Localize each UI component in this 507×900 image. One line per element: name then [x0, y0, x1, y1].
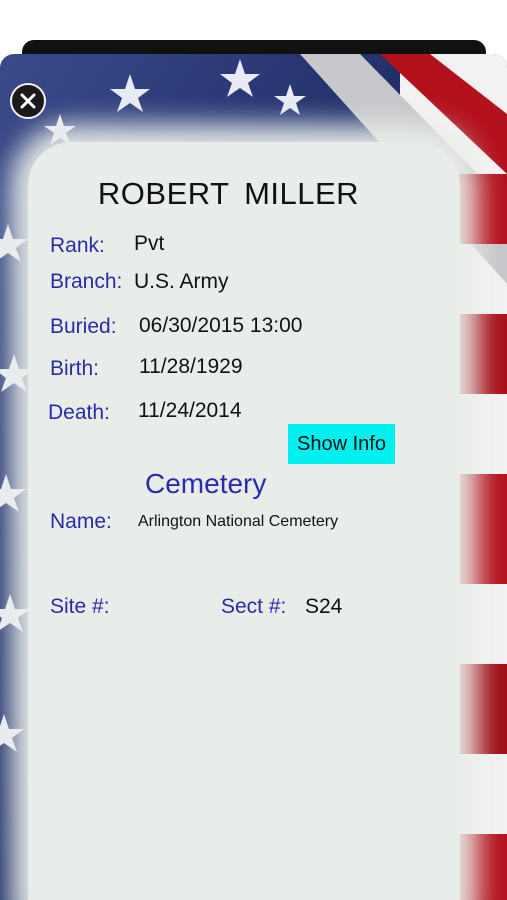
- cemetery-name-value: Arlington National Cemetery: [138, 513, 339, 530]
- cemetery-name-label: Name:: [50, 510, 112, 533]
- rank-label: Rank:: [50, 234, 105, 257]
- birth-label: Birth:: [50, 357, 100, 380]
- section-value: S24: [305, 595, 343, 618]
- show-info-button[interactable]: Show Info: [288, 424, 395, 464]
- rank-value: Pvt: [134, 232, 165, 255]
- death-value: 11/24/2014: [138, 399, 242, 422]
- branch-value: U.S. Army: [134, 270, 229, 293]
- buried-value: 06/30/2015 13:00: [139, 314, 303, 337]
- birth-value: 11/28/1929: [139, 355, 243, 378]
- buried-label: Buried:: [50, 315, 117, 338]
- close-button[interactable]: [10, 83, 46, 119]
- cemetery-heading: Cemetery: [145, 468, 267, 499]
- section-label: Sect #:: [221, 595, 287, 618]
- branch-label: Branch:: [50, 270, 123, 293]
- death-label: Death:: [48, 401, 110, 424]
- site-label: Site #:: [50, 595, 110, 618]
- person-name: ROBERT MILLER: [97, 176, 360, 211]
- close-icon: [20, 93, 36, 109]
